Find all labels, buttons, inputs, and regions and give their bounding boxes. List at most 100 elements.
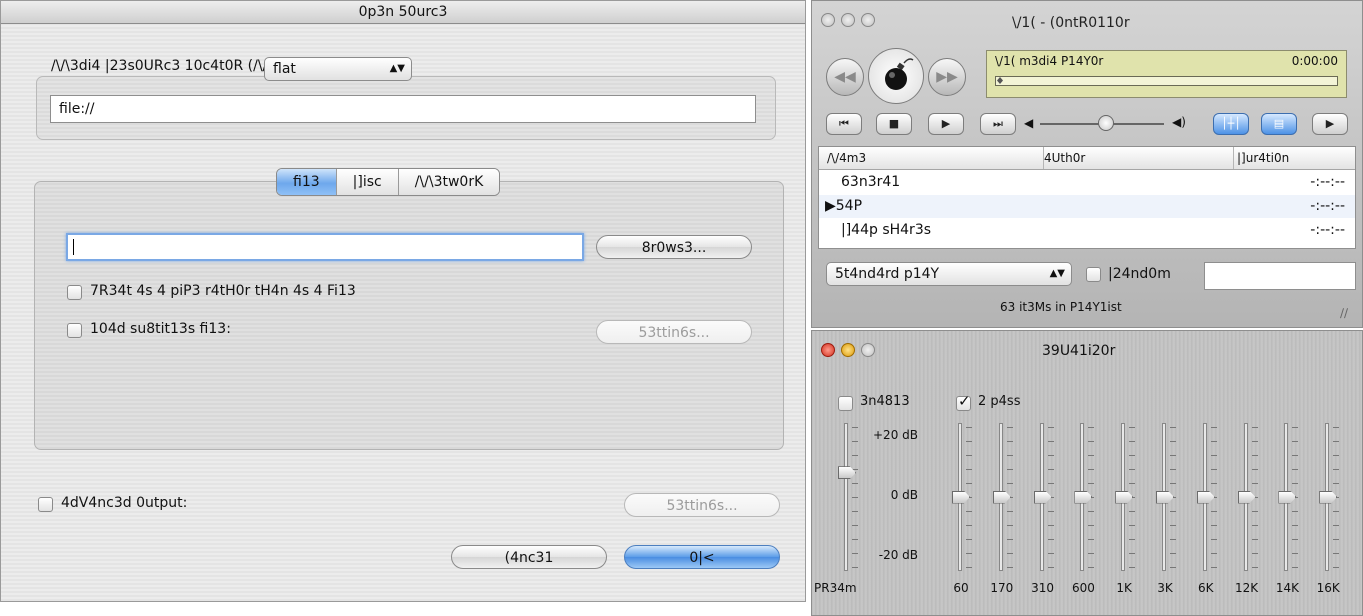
band-label-16k: 16K [1316,581,1340,595]
slider-tick [1210,441,1217,442]
volume-max-icon[interactable]: ◀) [1172,115,1186,129]
db-label-bottom: -20 dB [878,548,918,562]
band-slider-6k[interactable] [1196,423,1217,571]
band-label-310: 310 [1031,581,1055,595]
slider-handle-icon[interactable] [1196,490,1215,504]
slider-tick [1006,525,1013,526]
mrl-input[interactable] [50,95,756,123]
slider-handle-icon[interactable] [1074,490,1093,504]
slider-tick [1006,567,1013,568]
tab-network[interactable]: /\/\3tw0rK [398,169,500,195]
lcd-time: 0:00:00 [1291,54,1338,68]
slider-tick [1210,511,1217,512]
band-slider-60[interactable] [952,423,972,571]
dialog-title: 0p3n 50urc3 [1,1,805,24]
slider-tick [1251,539,1258,540]
playlist-row[interactable]: |]44p sH4r3s -:--:-- [819,219,1355,242]
slider-tick [1047,483,1054,484]
slider-handle-icon[interactable] [1156,490,1174,504]
slider-tick [1251,525,1258,526]
band-slider-600[interactable] [1074,423,1095,571]
slider-handle-icon[interactable] [992,490,1011,504]
band-slider-14k[interactable] [1278,423,1299,571]
random-checkbox[interactable] [1086,267,1101,282]
band-slider-170[interactable] [992,423,1013,571]
slider-tick [1292,511,1299,512]
volume-knob-icon[interactable] [1098,115,1114,131]
minimize-window-icon[interactable] [841,13,855,27]
play-mode-select[interactable]: 5t4nd4rd p14Y ▲▼ [826,262,1072,286]
position-slider[interactable] [995,76,1338,86]
band-label-60: 60 [953,581,969,595]
playlist-row[interactable]: 63n3r41 -:--:-- [819,171,1355,194]
slider-tick [1129,511,1136,512]
browse-button[interactable]: 8r0ws3... [596,235,752,259]
equalizer-enable-checkbox[interactable] [838,396,853,411]
resize-grip-icon[interactable]: ∕∕ [1340,306,1348,320]
slider-tick [1251,553,1258,554]
playlist-header: /\/4m3 4Uth0r |]ur4ti0n [819,147,1355,170]
column-duration[interactable]: |]ur4ti0n [1237,151,1289,165]
slider-handle-icon[interactable] [952,490,970,504]
slider-tick [852,441,858,442]
next-track-icon[interactable]: ⏭ [980,113,1016,135]
stop-icon[interactable]: ■ [876,113,912,135]
slider-tick [1129,469,1136,470]
pipe-checkbox[interactable] [67,285,82,300]
advanced-settings-button[interactable]: 53ttin6s... [624,493,780,517]
slider-tick [1088,525,1095,526]
column-author[interactable]: 4Uth0r [1044,151,1085,165]
slider-tick [1047,511,1054,512]
preamp-slider[interactable] [838,423,858,571]
slider-tick [1333,567,1340,568]
fullscreen-icon[interactable]: ▶ [1312,113,1348,135]
zoom-window-icon[interactable] [861,13,875,27]
band-slider-3k[interactable] [1156,423,1176,571]
two-pass-label: 2 p4ss [978,394,1021,409]
subtitle-settings-button[interactable]: 53ttin6s... [596,320,752,344]
slider-tick [966,567,972,568]
slider-handle-icon[interactable] [1237,490,1256,504]
playlist-toggle-icon[interactable]: ▤ [1261,113,1297,135]
band-slider-1k[interactable] [1115,423,1136,571]
slider-handle-icon[interactable] [1278,490,1297,504]
equalizer-preset-select[interactable]: flat ▲▼ [264,57,412,81]
volume-mute-icon[interactable]: ◀ [1024,116,1033,130]
playlist-row[interactable]: ▶54P -:--:-- [819,195,1355,218]
slider-handle-icon[interactable] [1033,490,1052,504]
advanced-output-checkbox[interactable] [38,497,53,512]
tab-file[interactable]: fi13 [277,169,337,195]
playlist-search-input[interactable] [1204,262,1356,290]
band-slider-310[interactable] [1033,423,1054,571]
close-window-icon[interactable] [821,13,835,27]
ok-button[interactable]: 0|< [624,545,780,569]
slider-tick [1088,483,1095,484]
file-path-input[interactable] [66,233,584,261]
rewind-icon[interactable]: ◀◀ [826,58,864,96]
checkmark-icon: ✓ [958,392,971,410]
band-slider-16k[interactable] [1319,423,1340,571]
tab-disc[interactable]: |]isc [336,169,399,195]
two-pass-checkbox[interactable]: ✓ [956,392,971,411]
play-icon[interactable]: ▶ [928,113,964,135]
slider-tick [1088,455,1095,456]
slider-tick [1047,567,1054,568]
band-slider-12k[interactable] [1237,423,1258,571]
previous-track-icon[interactable]: ⏮ [826,113,862,135]
zoom-window-icon[interactable] [861,343,875,357]
column-name[interactable]: /\/4m3 [827,151,866,165]
preset-value: flat [273,61,296,77]
slider-handle-icon[interactable] [1319,490,1338,504]
slider-tick [1292,441,1299,442]
close-window-icon[interactable] [821,343,835,357]
bomb-icon [885,58,914,90]
equalizer-toggle-icon[interactable]: │┼│ [1213,113,1249,135]
slider-handle-icon[interactable] [1115,490,1134,504]
cancel-button[interactable]: (4nc31 [451,545,607,569]
minimize-window-icon[interactable] [841,343,855,357]
subtitle-checkbox[interactable] [67,323,82,338]
slider-tick [966,525,972,526]
position-knob-icon[interactable] [997,77,1003,84]
fast-forward-icon[interactable]: ▶▶ [928,58,966,96]
vlc-cone-logo-icon[interactable] [868,48,924,104]
